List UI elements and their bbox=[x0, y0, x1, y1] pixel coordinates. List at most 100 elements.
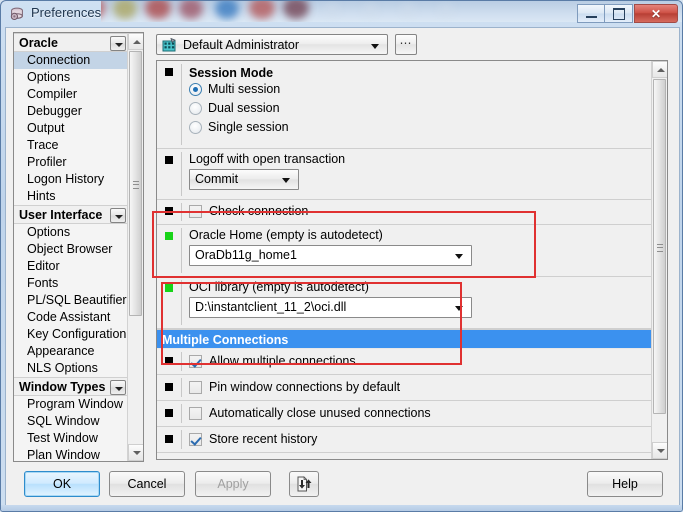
oracle-home-value: OraDb11g_home1 bbox=[195, 248, 297, 262]
settings-scrollbar-thumb[interactable] bbox=[653, 79, 666, 414]
setting-oci-library: OCI library (empty is autodetect) D:\ins… bbox=[157, 277, 653, 329]
checkbox-pin-window-connections[interactable]: Pin window connections by default bbox=[189, 378, 653, 397]
minimize-button[interactable] bbox=[577, 4, 605, 23]
sidebar-group-label: Oracle bbox=[19, 36, 58, 50]
chevron-down-icon[interactable] bbox=[110, 36, 126, 51]
setting-marker bbox=[165, 435, 173, 443]
sidebar-item-trace[interactable]: Trace bbox=[14, 137, 128, 154]
preferences-content-pane: Default Administrator ⋯ Session Mode Mul… bbox=[151, 32, 674, 462]
maximize-button[interactable] bbox=[605, 4, 633, 23]
sidebar-item-output[interactable]: Output bbox=[14, 120, 128, 137]
sidebar-item-object-browser[interactable]: Object Browser bbox=[14, 241, 128, 258]
database-preferences-icon bbox=[10, 7, 23, 20]
setting-auto-close-unused-connections: Automatically close unused connections bbox=[157, 401, 653, 427]
chevron-down-icon bbox=[455, 306, 463, 311]
row-divider bbox=[181, 404, 182, 423]
setting-marker bbox=[165, 409, 173, 417]
setting-marker bbox=[165, 357, 173, 365]
radio-dual-session[interactable]: Dual session bbox=[189, 99, 653, 118]
section-header-multiple-connections: Multiple Connections bbox=[157, 329, 653, 349]
help-button[interactable]: Help bbox=[587, 471, 663, 497]
sidebar-item-plsql-beautifier[interactable]: PL/SQL Beautifier bbox=[14, 292, 128, 309]
oracle-home-select[interactable]: OraDb11g_home1 bbox=[189, 245, 472, 266]
sidebar-group-label: Window Types bbox=[19, 380, 106, 394]
setting-check-connection: Check connection bbox=[157, 200, 653, 225]
logoff-title: Logoff with open transaction bbox=[189, 152, 346, 166]
radio-icon bbox=[189, 83, 202, 96]
sidebar-group-oracle[interactable]: Oracle bbox=[14, 33, 128, 52]
checkbox-icon bbox=[189, 355, 202, 368]
profile-options-button[interactable]: ⋯ bbox=[395, 34, 417, 55]
setting-pin-window-connections: Pin window connections by default bbox=[157, 375, 653, 401]
setting-oracle-home: Oracle Home (empty is autodetect) OraDb1… bbox=[157, 225, 653, 277]
category-list: Oracle Connection Options Compiler Debug… bbox=[14, 33, 128, 461]
checkbox-check-connection[interactable]: Check connection bbox=[189, 202, 653, 221]
setting-marker-modified bbox=[165, 232, 173, 240]
oci-library-select[interactable]: D:\instantclient_11_2\oci.dll bbox=[189, 297, 472, 318]
sidebar-item-nls-options[interactable]: NLS Options bbox=[14, 360, 128, 377]
tree-scrollbar[interactable] bbox=[127, 33, 143, 461]
chevron-down-icon[interactable] bbox=[110, 380, 126, 395]
dialog-client-area: Oracle Connection Options Compiler Debug… bbox=[5, 27, 680, 508]
sidebar-item-profiler[interactable]: Profiler bbox=[14, 154, 128, 171]
oci-library-value: D:\instantclient_11_2\oci.dll bbox=[195, 300, 347, 314]
logoff-select[interactable]: Commit bbox=[189, 169, 299, 190]
sidebar-item-options[interactable]: Options bbox=[14, 69, 128, 86]
cancel-button[interactable]: Cancel bbox=[109, 471, 185, 497]
setting-allow-multiple-connections: Allow multiple connections bbox=[157, 349, 653, 375]
checkbox-icon bbox=[189, 407, 202, 420]
checkbox-label: Pin window connections by default bbox=[209, 380, 401, 394]
chevron-down-icon bbox=[371, 44, 379, 49]
radio-multi-session[interactable]: Multi session bbox=[189, 80, 653, 99]
profile-select[interactable]: Default Administrator bbox=[156, 34, 388, 55]
setting-marker-modified bbox=[165, 284, 173, 292]
row-divider bbox=[181, 352, 182, 371]
sidebar-group-user-interface[interactable]: User Interface bbox=[14, 205, 128, 224]
row-divider bbox=[181, 280, 182, 325]
sidebar-item-hints[interactable]: Hints bbox=[14, 188, 128, 205]
minimize-icon bbox=[585, 15, 597, 18]
radio-icon bbox=[189, 102, 202, 115]
sidebar-item-compiler[interactable]: Compiler bbox=[14, 86, 128, 103]
sidebar-item-program-window[interactable]: Program Window bbox=[14, 396, 128, 413]
sidebar-group-window-types[interactable]: Window Types bbox=[14, 377, 128, 396]
row-divider bbox=[181, 64, 182, 145]
preferences-category-tree[interactable]: Oracle Connection Options Compiler Debug… bbox=[13, 32, 144, 462]
scroll-up-arrow-icon[interactable] bbox=[128, 33, 143, 50]
tree-scrollbar-thumb[interactable] bbox=[129, 51, 142, 316]
scroll-up-arrow-icon[interactable] bbox=[652, 61, 667, 78]
scroll-down-arrow-icon[interactable] bbox=[652, 442, 667, 459]
sidebar-item-appearance[interactable]: Appearance bbox=[14, 343, 128, 360]
checkbox-store-recent-history[interactable]: Store recent history bbox=[189, 430, 653, 449]
sidebar-item-key-configuration[interactable]: Key Configuration bbox=[14, 326, 128, 343]
checkbox-label: Store recent history bbox=[209, 432, 318, 446]
sidebar-item-plan-window[interactable]: Plan Window bbox=[14, 447, 128, 461]
preferences-window: Preferences ✕ Oracle Connection Options bbox=[0, 0, 683, 512]
checkbox-icon bbox=[189, 433, 202, 446]
import-export-button[interactable] bbox=[289, 471, 319, 497]
radio-label: Dual session bbox=[208, 101, 280, 115]
checkbox-icon bbox=[189, 205, 202, 218]
settings-scrollbar[interactable] bbox=[651, 61, 667, 459]
checkbox-auto-close-unused-connections[interactable]: Automatically close unused connections bbox=[189, 404, 653, 423]
sidebar-item-debugger[interactable]: Debugger bbox=[14, 103, 128, 120]
sidebar-item-connection[interactable]: Connection bbox=[14, 52, 128, 69]
sidebar-item-ui-options[interactable]: Options bbox=[14, 224, 128, 241]
setting-marker bbox=[165, 383, 173, 391]
apply-button[interactable]: Apply bbox=[195, 471, 271, 497]
close-button[interactable]: ✕ bbox=[634, 4, 678, 23]
sidebar-item-logon-history[interactable]: Logon History bbox=[14, 171, 128, 188]
scroll-down-arrow-icon[interactable] bbox=[128, 444, 143, 461]
sidebar-item-test-window[interactable]: Test Window bbox=[14, 430, 128, 447]
sidebar-item-sql-window[interactable]: SQL Window bbox=[14, 413, 128, 430]
chevron-down-icon[interactable] bbox=[110, 208, 126, 223]
checkbox-label: Automatically close unused connections bbox=[209, 406, 431, 420]
sidebar-item-editor[interactable]: Editor bbox=[14, 258, 128, 275]
sidebar-item-fonts[interactable]: Fonts bbox=[14, 275, 128, 292]
setting-session-mode: Session Mode Multi session Dual session bbox=[157, 61, 653, 149]
setting-marker bbox=[165, 156, 173, 164]
radio-single-session[interactable]: Single session bbox=[189, 118, 653, 137]
ok-button[interactable]: OK bbox=[24, 471, 100, 497]
checkbox-allow-multiple-connections[interactable]: Allow multiple connections bbox=[189, 352, 653, 371]
sidebar-item-code-assistant[interactable]: Code Assistant bbox=[14, 309, 128, 326]
